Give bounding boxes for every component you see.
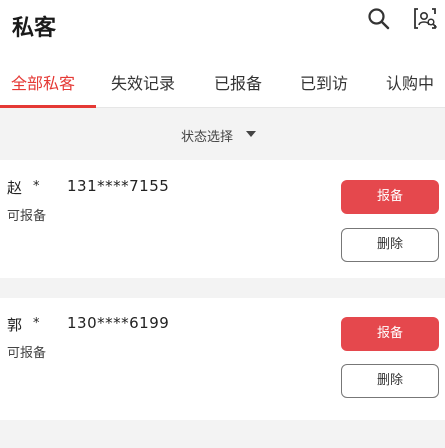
caret-down-icon: [246, 131, 256, 137]
page-title: 私客: [12, 16, 57, 41]
customer-phone: 130****6199: [67, 314, 170, 332]
tab-bar: 全部私客 失效记录 已报备 已到访 认购中: [0, 50, 445, 108]
tab-visited[interactable]: 已到访: [300, 70, 348, 94]
status-filter-label: 状态选择: [181, 130, 234, 145]
tab-reported[interactable]: 已报备: [214, 70, 262, 94]
top-header: 私客: [0, 0, 445, 50]
profile-search-icon[interactable]: [412, 6, 438, 32]
delete-button[interactable]: 删除: [341, 228, 439, 262]
tab-subscribing[interactable]: 认购中: [386, 70, 434, 94]
customer-card: 郭 * 130****6199 可报备 报备 删除: [0, 298, 445, 420]
report-button[interactable]: 报备: [341, 180, 439, 214]
tab-expired-records[interactable]: 失效记录: [111, 70, 175, 94]
status-filter[interactable]: 状态选择: [0, 108, 445, 160]
customer-card: 赵 * 131****7155 可报备 报备 删除: [0, 160, 445, 278]
list-footer-space: [0, 420, 445, 448]
customer-status: 可报备: [7, 209, 47, 224]
customer-name-mask: *: [33, 316, 40, 331]
search-icon[interactable]: [366, 6, 392, 32]
customer-status: 可报备: [7, 346, 47, 361]
tab-all-private-clients[interactable]: 全部私客: [11, 70, 75, 94]
report-button[interactable]: 报备: [341, 317, 439, 351]
customer-name-mask: *: [33, 179, 40, 194]
delete-button[interactable]: 删除: [341, 364, 439, 398]
customer-phone: 131****7155: [67, 177, 170, 195]
customer-name: 郭: [7, 316, 23, 334]
customer-name: 赵: [7, 179, 23, 197]
